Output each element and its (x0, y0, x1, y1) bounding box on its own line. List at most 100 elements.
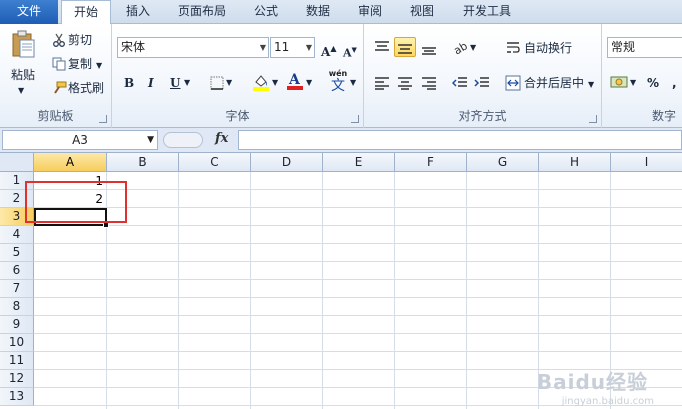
font-name-value: 宋体 (121, 40, 146, 54)
comma-style-button[interactable]: , (672, 72, 677, 94)
select-all-corner[interactable] (0, 153, 34, 172)
tab-view[interactable]: 视图 (402, 0, 442, 24)
column-header-g[interactable]: G (467, 153, 539, 172)
bold-button[interactable]: B (124, 72, 134, 94)
font-name-combo[interactable]: 宋体 ▼ (117, 37, 269, 58)
clipboard-group: 粘贴 ▼ 剪切 复制 ▼ 格式刷 剪贴板 (0, 24, 112, 128)
wrap-text-button[interactable]: 自动换行 (524, 37, 572, 59)
row-header-7[interactable]: 7 (0, 280, 34, 298)
orientation-dropdown-icon[interactable]: ▼ (470, 37, 476, 59)
clipboard-launcher-icon[interactable] (99, 115, 107, 123)
alignment-launcher-icon[interactable] (589, 115, 597, 123)
font-name-dropdown-icon[interactable]: ▼ (260, 38, 266, 57)
align-center-icon[interactable] (397, 76, 413, 90)
italic-button[interactable]: I (148, 72, 154, 94)
column-header-d[interactable]: D (251, 153, 323, 172)
increase-indent-icon[interactable] (474, 76, 490, 90)
watermark-url: jingyan.baidu.com (561, 396, 654, 407)
paste-icon[interactable] (10, 30, 38, 60)
column-header-a[interactable]: A (34, 153, 107, 172)
column-header-b[interactable]: B (107, 153, 179, 172)
formula-bar-resize-handle[interactable] (163, 132, 203, 148)
worksheet-grid: A B C D E F G H I 1 2 3 4 5 6 7 8 9 10 1… (0, 153, 682, 409)
column-header-f[interactable]: F (395, 153, 467, 172)
border-dropdown-icon[interactable]: ▼ (226, 72, 232, 94)
tab-insert[interactable]: 插入 (118, 0, 158, 24)
tab-review[interactable]: 审阅 (350, 0, 390, 24)
fill-color-icon[interactable] (252, 73, 270, 91)
row-header-11[interactable]: 11 (0, 352, 34, 370)
align-left-icon[interactable] (374, 76, 390, 90)
insert-function-icon[interactable]: fx (215, 131, 228, 146)
number-format-combo[interactable]: 常规 (607, 37, 682, 58)
font-group-label: 字体 (225, 109, 250, 123)
scissors-icon (52, 33, 66, 47)
align-middle-icon[interactable] (394, 37, 416, 57)
number-format-value: 常规 (611, 40, 636, 54)
font-size-dropdown-icon[interactable]: ▼ (306, 38, 312, 57)
number-group-label: 数字 (652, 109, 677, 123)
fill-color-dropdown-icon[interactable]: ▼ (272, 72, 278, 94)
column-header-i[interactable]: I (611, 153, 682, 172)
row-header-10[interactable]: 10 (0, 334, 34, 352)
row-header-5[interactable]: 5 (0, 244, 34, 262)
row-header-13[interactable]: 13 (0, 388, 34, 406)
font-color-icon[interactable]: A (286, 71, 304, 91)
merge-center-button[interactable]: 合并后居中 ▼ (524, 72, 594, 94)
merge-center-dropdown-icon[interactable]: ▼ (588, 80, 594, 89)
font-group: 宋体 ▼ 11 ▼ A▲ A▼ B I U ▼ ▼ ▼ A ▼ wén 文 ▼ … (112, 24, 364, 128)
currency-dropdown-icon[interactable]: ▼ (630, 72, 636, 94)
underline-button[interactable]: U (170, 72, 180, 94)
row-header-9[interactable]: 9 (0, 316, 34, 334)
alignment-group-label: 对齐方式 (458, 109, 507, 123)
copy-icon (52, 57, 66, 71)
percent-button[interactable]: % (647, 72, 659, 94)
border-icon[interactable] (210, 76, 224, 90)
underline-dropdown-icon[interactable]: ▼ (184, 72, 190, 94)
formula-input[interactable] (238, 130, 682, 150)
font-size-value: 11 (274, 40, 290, 54)
column-header-c[interactable]: C (179, 153, 251, 172)
align-right-icon[interactable] (421, 76, 437, 90)
tab-formulas[interactable]: 公式 (246, 0, 286, 24)
row-header-12[interactable]: 12 (0, 370, 34, 388)
increase-font-icon[interactable]: A▲ (321, 37, 336, 59)
orientation-icon[interactable]: ab (451, 39, 470, 57)
name-box-dropdown-icon[interactable]: ▼ (147, 131, 154, 149)
decrease-indent-icon[interactable] (451, 76, 468, 90)
align-bottom-icon[interactable] (421, 42, 437, 56)
font-size-combo[interactable]: 11 ▼ (270, 37, 315, 58)
decrease-font-icon[interactable]: A▼ (343, 39, 357, 61)
align-top-icon[interactable] (374, 40, 390, 54)
phonetic-icon[interactable]: wén 文 (327, 69, 349, 95)
copy-button[interactable]: 复制 ▼ (68, 53, 102, 75)
row-header-6[interactable]: 6 (0, 262, 34, 280)
font-color-dropdown-icon[interactable]: ▼ (306, 72, 312, 94)
name-box[interactable]: A3 ▼ (2, 130, 158, 150)
copy-label: 复制 (68, 57, 93, 71)
paste-dropdown-icon[interactable]: ▼ (18, 80, 24, 102)
svg-text:A: A (288, 72, 301, 88)
tab-data[interactable]: 数据 (298, 0, 338, 24)
column-header-h[interactable]: H (539, 153, 611, 172)
tab-file[interactable]: 文件 (0, 0, 58, 24)
phonetic-char: 文 (331, 78, 345, 94)
row-header-4[interactable]: 4 (0, 226, 34, 244)
tab-developer[interactable]: 开发工具 (455, 0, 519, 24)
column-header-e[interactable]: E (323, 153, 395, 172)
number-group: 常规 ▼ % , 数字 (602, 24, 682, 128)
row-header-8[interactable]: 8 (0, 298, 34, 316)
font-launcher-icon[interactable] (351, 115, 359, 123)
formula-bar: A3 ▼ fx (0, 128, 682, 153)
format-painter-button[interactable]: 格式刷 (68, 77, 104, 99)
merge-center-label: 合并后居中 (524, 76, 585, 90)
gridline (34, 207, 682, 208)
currency-icon[interactable] (610, 74, 630, 90)
gridline (34, 225, 682, 226)
cut-button[interactable]: 剪切 (68, 29, 92, 51)
copy-dropdown-icon[interactable]: ▼ (96, 61, 102, 70)
phonetic-dropdown-icon[interactable]: ▼ (350, 72, 356, 94)
tab-home[interactable]: 开始 (61, 0, 111, 25)
tab-page-layout[interactable]: 页面布局 (170, 0, 234, 24)
svg-text:ab: ab (452, 39, 470, 55)
